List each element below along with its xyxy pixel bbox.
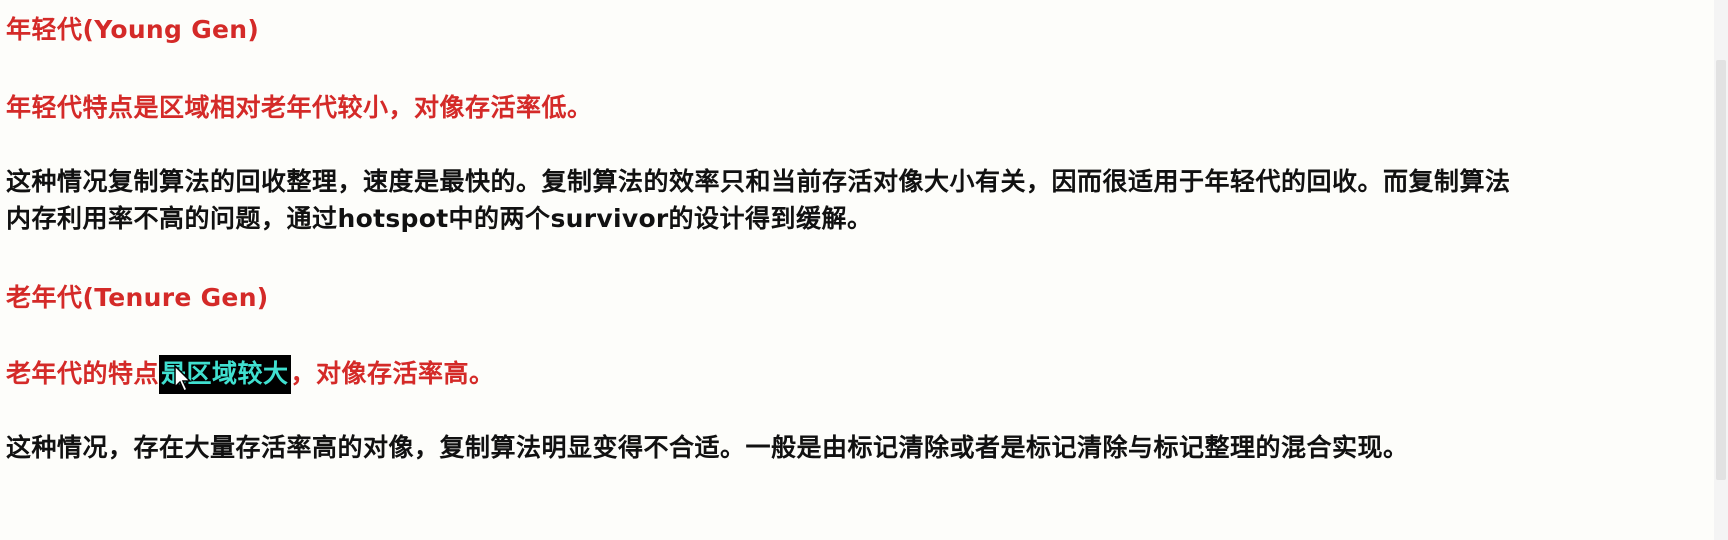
- young-gen-detail-line-2: 内存利用率不高的问题，通过hotspot中的两个survivor的设计得到缓解。: [6, 199, 873, 235]
- tenure-gen-heading: 老年代(Tenure Gen): [6, 278, 269, 314]
- summary-text-b: ，对像存活率高。: [290, 359, 495, 388]
- young-gen-heading-en: (Young Gen): [82, 15, 260, 44]
- selected-text[interactable]: 是区域较大: [159, 355, 291, 394]
- detail-text-c: 中的两个: [448, 204, 551, 233]
- detail-text-a: 内存利用率不高的问题，通过: [6, 204, 338, 233]
- scrollbar-thumb[interactable]: [1716, 60, 1726, 480]
- hotspot-term: hotspot: [337, 204, 449, 233]
- young-gen-summary: 年轻代特点是区域相对老年代较小，对像存活率低。: [6, 93, 593, 122]
- survivor-term: survivor: [550, 204, 669, 233]
- young-gen-detail-line-1: 这种情况复制算法的回收整理，速度是最快的。复制算法的效率只和当前存活对像大小有关…: [6, 167, 1511, 196]
- tenure-gen-heading-cn: 老年代: [6, 283, 83, 312]
- tenure-gen-summary: 老年代的特点是区域较大 ，对像存活率高。: [6, 354, 495, 394]
- young-gen-heading: 年轻代(Young Gen): [6, 10, 259, 46]
- tenure-gen-heading-en: (Tenure Gen): [82, 283, 269, 312]
- summary-text-a: 老年代的特点: [6, 359, 160, 388]
- mouse-pointer-icon: [174, 365, 192, 393]
- young-gen-heading-cn: 年轻代: [6, 15, 83, 44]
- detail-text-e: 的设计得到缓解。: [668, 204, 873, 233]
- vertical-scrollbar[interactable]: [1714, 0, 1728, 540]
- tenure-gen-detail: 这种情况，存在大量存活率高的对像，复制算法明显变得不合适。一般是由标记清除或者是…: [6, 433, 1409, 462]
